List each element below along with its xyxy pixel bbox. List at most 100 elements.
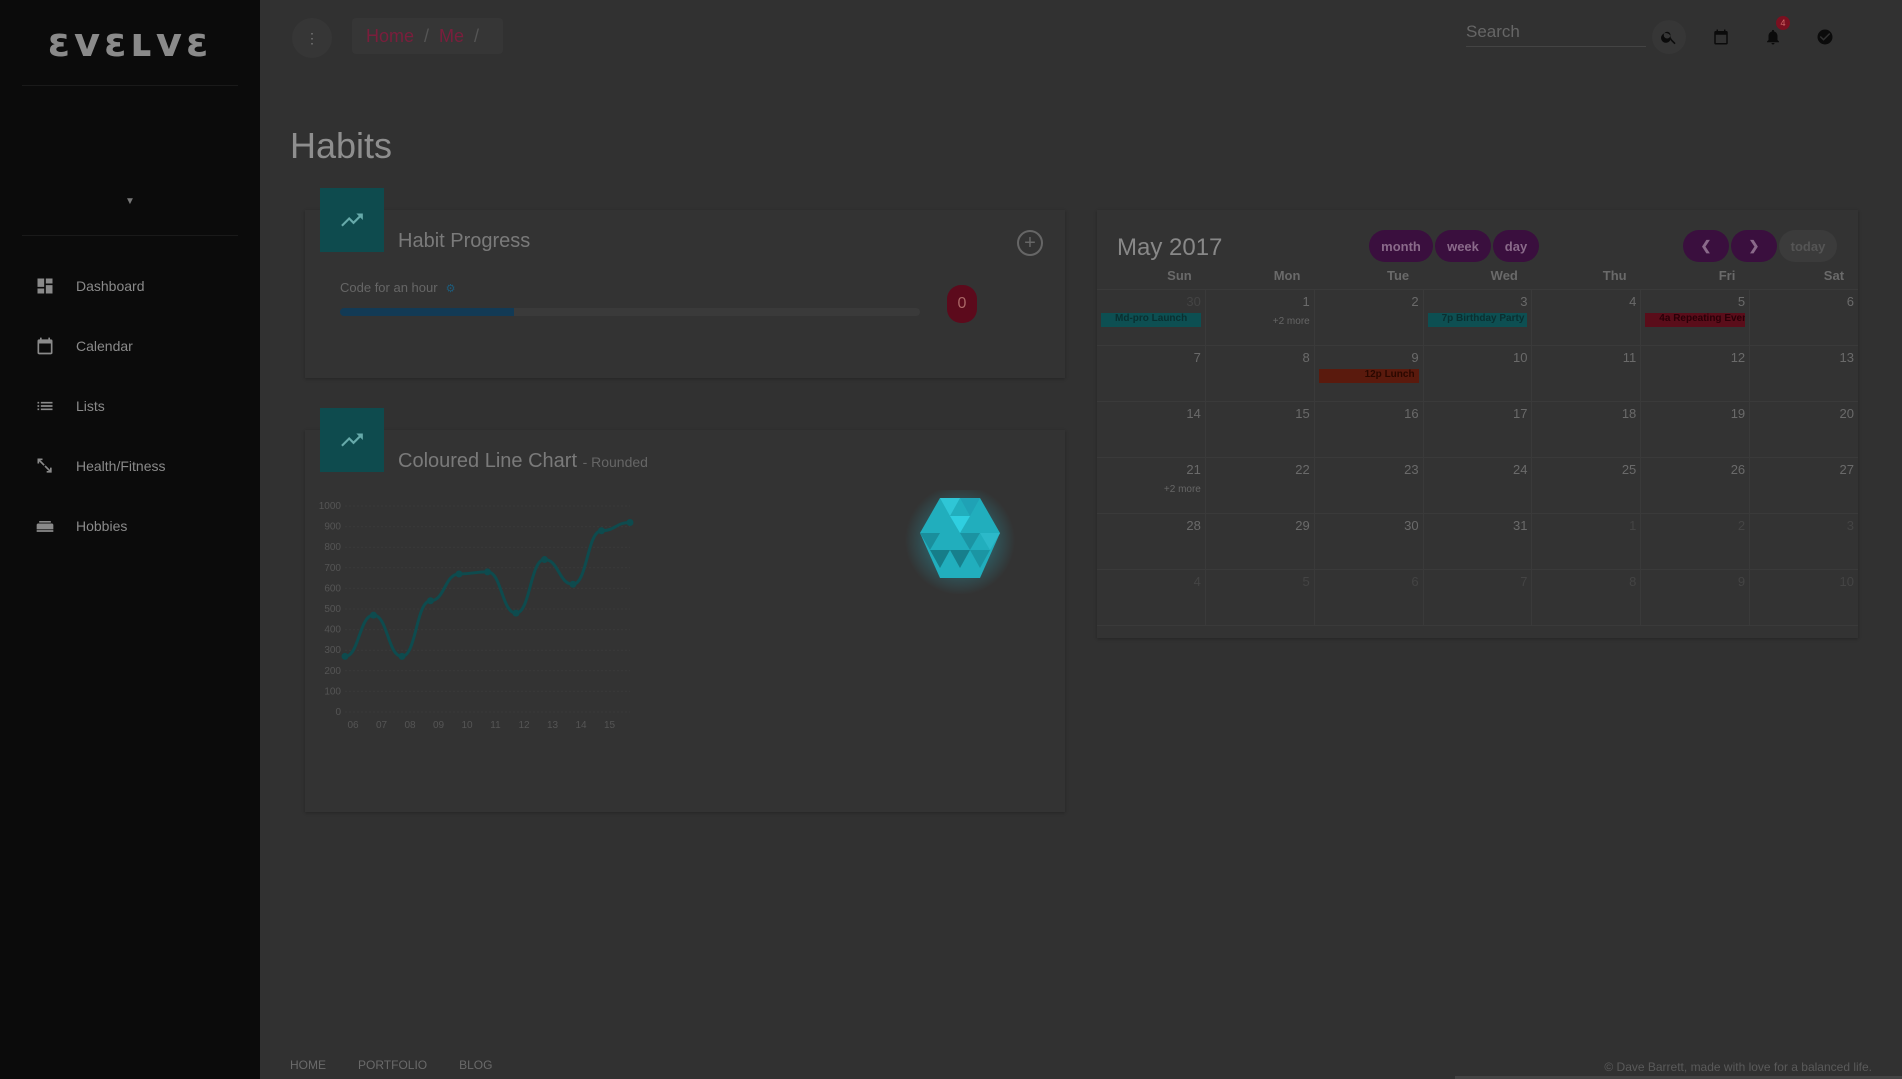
caret-down-icon[interactable]: ▼: [125, 196, 135, 207]
calendar-day-cell[interactable]: 22: [1206, 458, 1315, 513]
calendar-day-cell[interactable]: 20: [1750, 402, 1858, 457]
footer-link-portfolio[interactable]: PORTFOLIO: [358, 1058, 427, 1072]
calendar-day-cell[interactable]: 12: [1641, 346, 1751, 401]
calendar-day-cell[interactable]: 24: [1424, 458, 1533, 513]
data-point[interactable]: [341, 652, 349, 660]
calendar-day-cell[interactable]: 1 +2 more: [1206, 290, 1315, 345]
day-view-button[interactable]: day: [1493, 230, 1539, 262]
sidebar-item-lists[interactable]: Lists: [0, 376, 260, 436]
calendar-week-row: 28 29 30 31 1 2 3: [1097, 514, 1858, 570]
search-button[interactable]: [1652, 20, 1686, 54]
calendar-day-cell[interactable]: 27: [1750, 458, 1858, 513]
more-events-link[interactable]: +2 more: [1164, 484, 1201, 495]
calendar-day-cell[interactable]: 1: [1532, 514, 1642, 569]
next-month-button[interactable]: ❯: [1731, 230, 1777, 262]
calendar-day-cell[interactable]: 16: [1315, 402, 1424, 457]
calendar-day-cell[interactable]: 8: [1206, 346, 1315, 401]
day-number: 15: [1295, 406, 1310, 421]
calendar-day-cell[interactable]: 6: [1750, 290, 1858, 345]
breadcrumb-me[interactable]: Me: [439, 26, 464, 47]
data-point[interactable]: [427, 597, 434, 605]
line-chart: 0 100 200 300 400 500 600 700 800 900 1000 06 07 08 09…: [319, 501, 634, 731]
habit-progress-card: Habit Progress + Code for an hour ⚙ 0: [305, 188, 1065, 378]
calendar-day-cell[interactable]: 26: [1641, 458, 1751, 513]
more-vert-icon[interactable]: ⋮: [292, 18, 332, 58]
calendar-day-cell[interactable]: 9 12p Lunch: [1315, 346, 1424, 401]
calendar-day-cell[interactable]: 2: [1315, 290, 1424, 345]
data-point[interactable]: [398, 652, 406, 660]
calendar-day-cell[interactable]: 3 7p Birthday Party: [1424, 290, 1533, 345]
calendar-day-cell[interactable]: 10: [1750, 570, 1858, 625]
notifications-button[interactable]: 4: [1756, 16, 1790, 54]
today-button[interactable]: today: [1779, 230, 1837, 262]
month-view-button[interactable]: month: [1369, 230, 1433, 262]
calendar-day-cell[interactable]: 4: [1532, 290, 1642, 345]
day-number: 12: [1730, 350, 1746, 365]
y-tick-label: 1000: [319, 501, 342, 512]
prev-month-button[interactable]: ❮: [1683, 230, 1729, 262]
data-point[interactable]: [598, 527, 605, 535]
day-number: 26: [1730, 462, 1746, 477]
calendar-day-cell[interactable]: 14: [1097, 402, 1206, 457]
search-icon: [1661, 31, 1676, 45]
calendar-day-cell[interactable]: 11: [1532, 346, 1642, 401]
data-point[interactable]: [569, 580, 577, 588]
calendar-event[interactable]: Md-pro Launch: [1101, 313, 1201, 327]
gear-icon[interactable]: ⚙: [446, 283, 456, 295]
calendar-day-cell[interactable]: 5 4a Repeating Event: [1641, 290, 1751, 345]
calendar-day-cell[interactable]: 10: [1424, 346, 1533, 401]
data-point[interactable]: [455, 570, 463, 578]
data-point[interactable]: [512, 609, 520, 617]
sidebar-item-dashboard[interactable]: Dashboard: [0, 256, 260, 316]
calendar-day-cell[interactable]: 25: [1532, 458, 1642, 513]
calendar-day-cell[interactable]: 29: [1206, 514, 1315, 569]
calendar-day-cell[interactable]: 19: [1641, 402, 1751, 457]
y-tick-label: 800: [324, 542, 341, 553]
sidebar: ɛvɛʟvɛ ▼ Dashboard Calendar Lists Health…: [0, 0, 260, 1079]
calendar-day-cell[interactable]: 7: [1097, 346, 1206, 401]
data-point[interactable]: [484, 568, 491, 576]
calendar-day-cell[interactable]: 30: [1315, 514, 1424, 569]
sidebar-item-label: Lists: [76, 398, 105, 414]
sidebar-item-label: Dashboard: [76, 278, 145, 294]
habit-count-badge[interactable]: 0: [947, 285, 977, 323]
calendar-day-cell[interactable]: 13: [1750, 346, 1858, 401]
calendar-event[interactable]: 7p Birthday Party: [1427, 313, 1528, 327]
tasks-button[interactable]: [1808, 20, 1842, 54]
search-input[interactable]: Search: [1466, 22, 1646, 47]
day-number: 5: [1302, 574, 1310, 589]
data-point[interactable]: [626, 518, 634, 526]
sidebar-item-calendar[interactable]: Calendar: [0, 316, 260, 376]
calendar-day-cell[interactable]: 3: [1750, 514, 1858, 569]
data-point[interactable]: [541, 556, 548, 564]
footer-link-blog[interactable]: BLOG: [459, 1058, 492, 1072]
more-events-link[interactable]: +2 more: [1273, 316, 1310, 327]
calendar-day-cell[interactable]: 9: [1641, 570, 1751, 625]
calendar-day-cell[interactable]: 28: [1097, 514, 1206, 569]
calendar-day-cell[interactable]: 4: [1097, 570, 1206, 625]
sidebar-item-health-fitness[interactable]: Health/Fitness: [0, 436, 260, 496]
calendar-day-cell[interactable]: 7: [1424, 570, 1533, 625]
calendar-day-cell[interactable]: 15: [1206, 402, 1315, 457]
calendar-event[interactable]: 4a Repeating Event: [1645, 313, 1746, 327]
calendar-day-cell[interactable]: 23: [1315, 458, 1424, 513]
calendar-day-cell[interactable]: 6: [1315, 570, 1424, 625]
calendar-event[interactable]: 12p Lunch: [1318, 369, 1419, 383]
calendar-day-cell[interactable]: 5: [1206, 570, 1315, 625]
data-point[interactable]: [370, 611, 377, 619]
calendar-icon: [1714, 29, 1728, 45]
calendar-button[interactable]: [1704, 20, 1738, 54]
calendar-day-cell[interactable]: 2: [1641, 514, 1751, 569]
calendar-day-cell[interactable]: 31: [1424, 514, 1533, 569]
footer-link-home[interactable]: HOME: [290, 1058, 326, 1072]
week-view-button[interactable]: week: [1435, 230, 1491, 262]
calendar-day-cell[interactable]: 17: [1424, 402, 1533, 457]
breadcrumb-home[interactable]: Home: [366, 26, 414, 47]
add-habit-icon[interactable]: +: [1017, 230, 1043, 256]
calendar-day-cell[interactable]: 30 Md-pro Launch: [1097, 290, 1206, 345]
calendar-day-cell[interactable]: 21 +2 more: [1097, 458, 1206, 513]
calendar-day-cell[interactable]: 18: [1532, 402, 1642, 457]
logo[interactable]: ɛvɛʟvɛ: [22, 0, 238, 86]
calendar-day-cell[interactable]: 8: [1532, 570, 1642, 625]
sidebar-item-hobbies[interactable]: Hobbies: [0, 496, 260, 556]
